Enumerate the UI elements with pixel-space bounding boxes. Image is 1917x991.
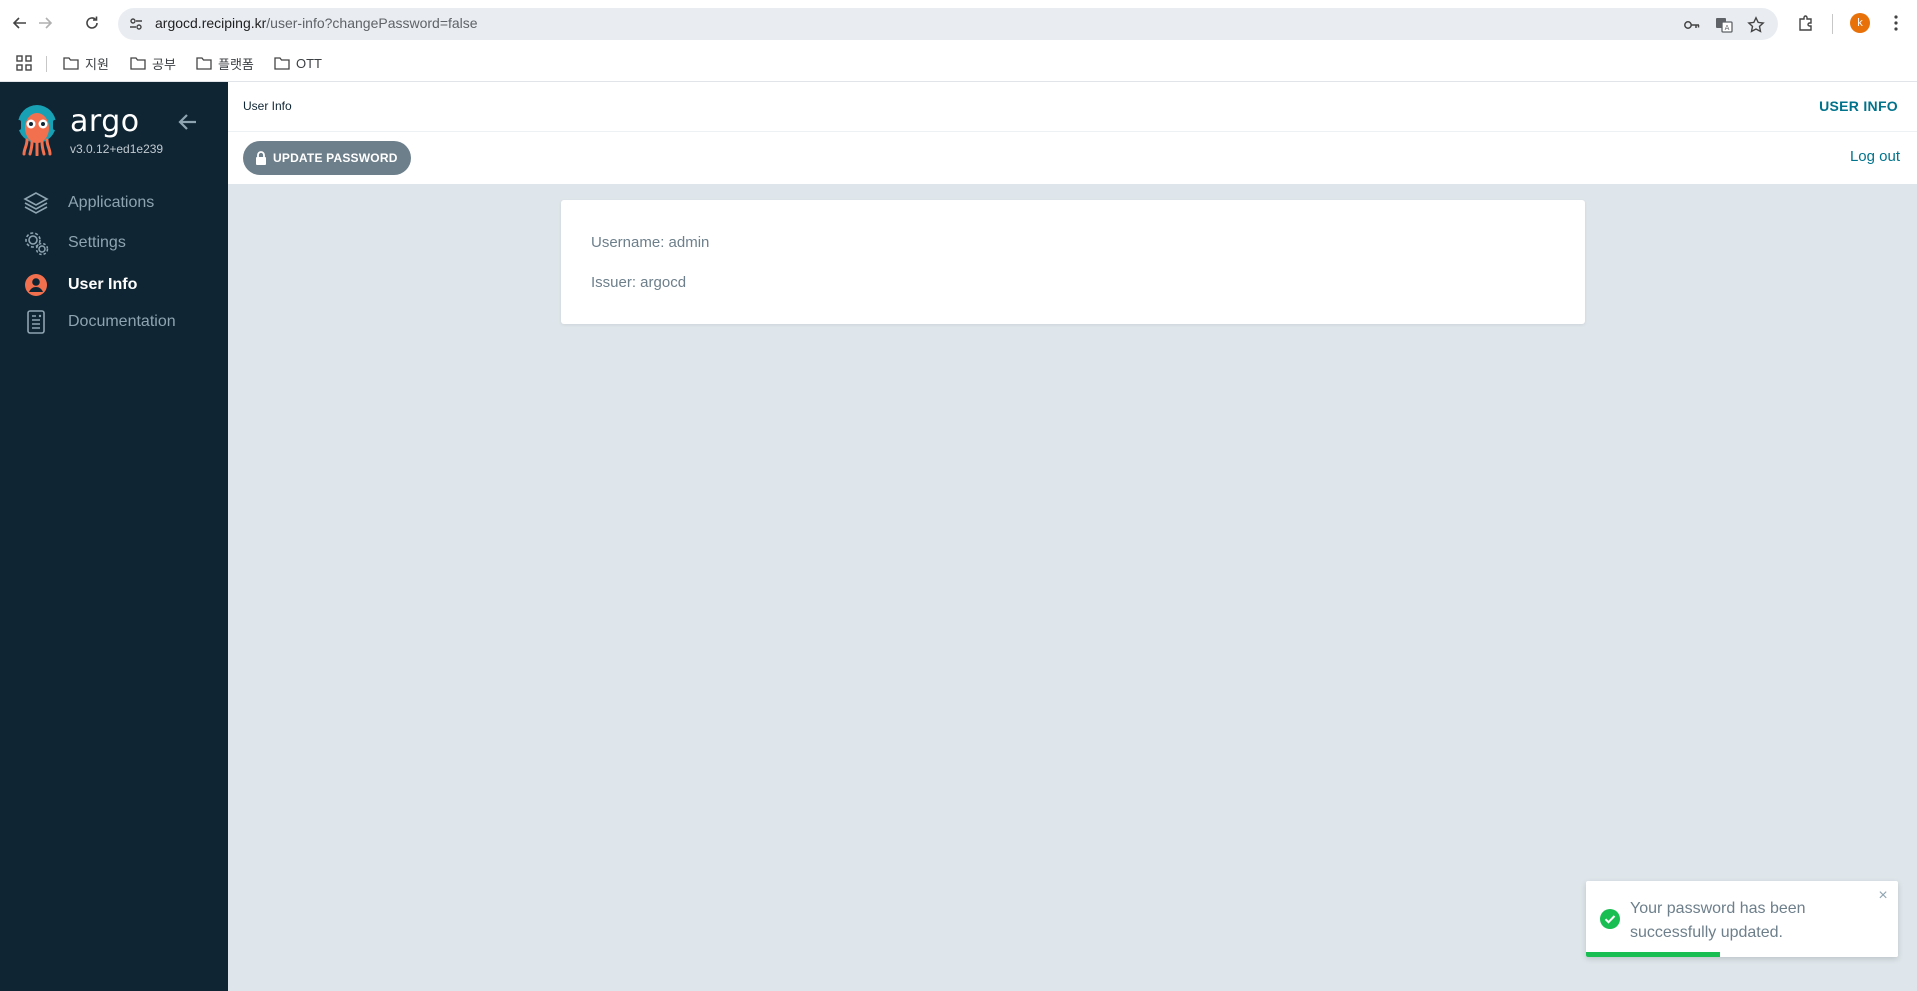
layers-icon — [22, 189, 50, 217]
reload-button[interactable] — [80, 11, 104, 35]
version-label: v3.0.12+ed1e239 — [70, 142, 164, 156]
brand-name: argo — [70, 104, 140, 139]
page-header: User Info USER INFO — [228, 82, 1917, 132]
bookmark-folder[interactable]: 플랫폼 — [196, 51, 254, 75]
issuer-text: Issuer: argocd — [591, 274, 687, 291]
sidebar-item-settings[interactable]: Settings — [22, 228, 222, 258]
translate-icon[interactable]: A — [1714, 15, 1734, 35]
action-bar: UPDATE PASSWORD Log out — [228, 132, 1917, 184]
book-icon — [22, 308, 50, 336]
toast-message: Your password has been successfully upda… — [1630, 900, 1806, 941]
browser-chrome: argocd.reciping.kr/user-info?changePassw… — [0, 0, 1917, 82]
sidebar: argo v3.0.12+ed1e239 Applications Settin… — [0, 82, 228, 991]
gears-icon — [22, 229, 50, 257]
toast-progress-track — [1586, 952, 1898, 957]
sidebar-item-label: Applications — [68, 194, 155, 211]
apps-grid-icon[interactable] — [14, 53, 34, 73]
browser-menu-button[interactable] — [1884, 11, 1908, 35]
update-password-button[interactable]: UPDATE PASSWORD — [243, 141, 411, 175]
arrow-right-icon — [39, 17, 53, 29]
bookmark-star-icon[interactable] — [1746, 15, 1766, 35]
kebab-menu-icon — [1894, 15, 1898, 31]
site-settings-icon — [130, 18, 142, 30]
extensions-button[interactable] — [1794, 11, 1818, 35]
success-toast: Your password has been successfully upda… — [1586, 881, 1898, 957]
svg-text:A: A — [1725, 24, 1730, 32]
bookmark-folder[interactable]: OTT — [274, 51, 322, 75]
collapse-sidebar-icon[interactable] — [176, 110, 200, 134]
update-password-label: UPDATE PASSWORD — [273, 151, 398, 165]
user-info-card: Username: admin Issuer: argocd — [561, 200, 1585, 324]
folder-icon — [130, 57, 146, 70]
check-circle-icon — [1600, 909, 1620, 929]
toast-progress-bar — [1586, 952, 1721, 957]
sidebar-item-label: User Info — [68, 276, 138, 293]
logout-link[interactable]: Log out — [1850, 148, 1900, 165]
sidebar-item-user-info[interactable]: User Info — [22, 270, 222, 300]
breadcrumb[interactable]: User Info — [243, 99, 292, 113]
sidebar-item-documentation[interactable]: Documentation — [22, 307, 222, 337]
sidebar-item-applications[interactable]: Applications — [22, 188, 222, 218]
close-icon[interactable]: × — [1876, 888, 1890, 904]
puzzle-icon — [1799, 15, 1812, 31]
avatar: k — [1850, 13, 1870, 33]
bookmarks-separator — [46, 56, 47, 72]
url-text: argocd.reciping.kr/user-info?changePassw… — [155, 15, 478, 31]
folder-icon — [63, 57, 79, 70]
lock-icon — [256, 151, 266, 165]
folder-icon — [274, 57, 290, 70]
user-circle-icon — [22, 271, 50, 299]
bookmark-folder[interactable]: 지원 — [63, 51, 109, 75]
arrow-left-icon — [12, 17, 26, 29]
folder-icon — [196, 57, 212, 70]
bookmarks-bar: 지원 공부 플랫폼 OTT — [0, 47, 1917, 81]
sidebar-item-label: Settings — [68, 234, 126, 251]
bookmark-folder[interactable]: 공부 — [130, 51, 176, 75]
argo-octopus-logo[interactable] — [16, 104, 58, 156]
reload-icon — [86, 16, 98, 29]
browser-toolbar: argocd.reciping.kr/user-info?changePassw… — [0, 0, 1917, 47]
page-title: USER INFO — [1819, 98, 1898, 114]
username-text: Username: admin — [591, 234, 710, 251]
forward-button[interactable] — [33, 11, 57, 35]
back-button[interactable] — [8, 11, 32, 35]
address-bar[interactable]: argocd.reciping.kr/user-info?changePassw… — [118, 8, 1778, 40]
profile-button[interactable]: k — [1848, 11, 1872, 35]
sidebar-item-label: Documentation — [68, 313, 176, 330]
toolbar-separator — [1832, 14, 1833, 34]
password-key-icon[interactable] — [1682, 15, 1702, 35]
